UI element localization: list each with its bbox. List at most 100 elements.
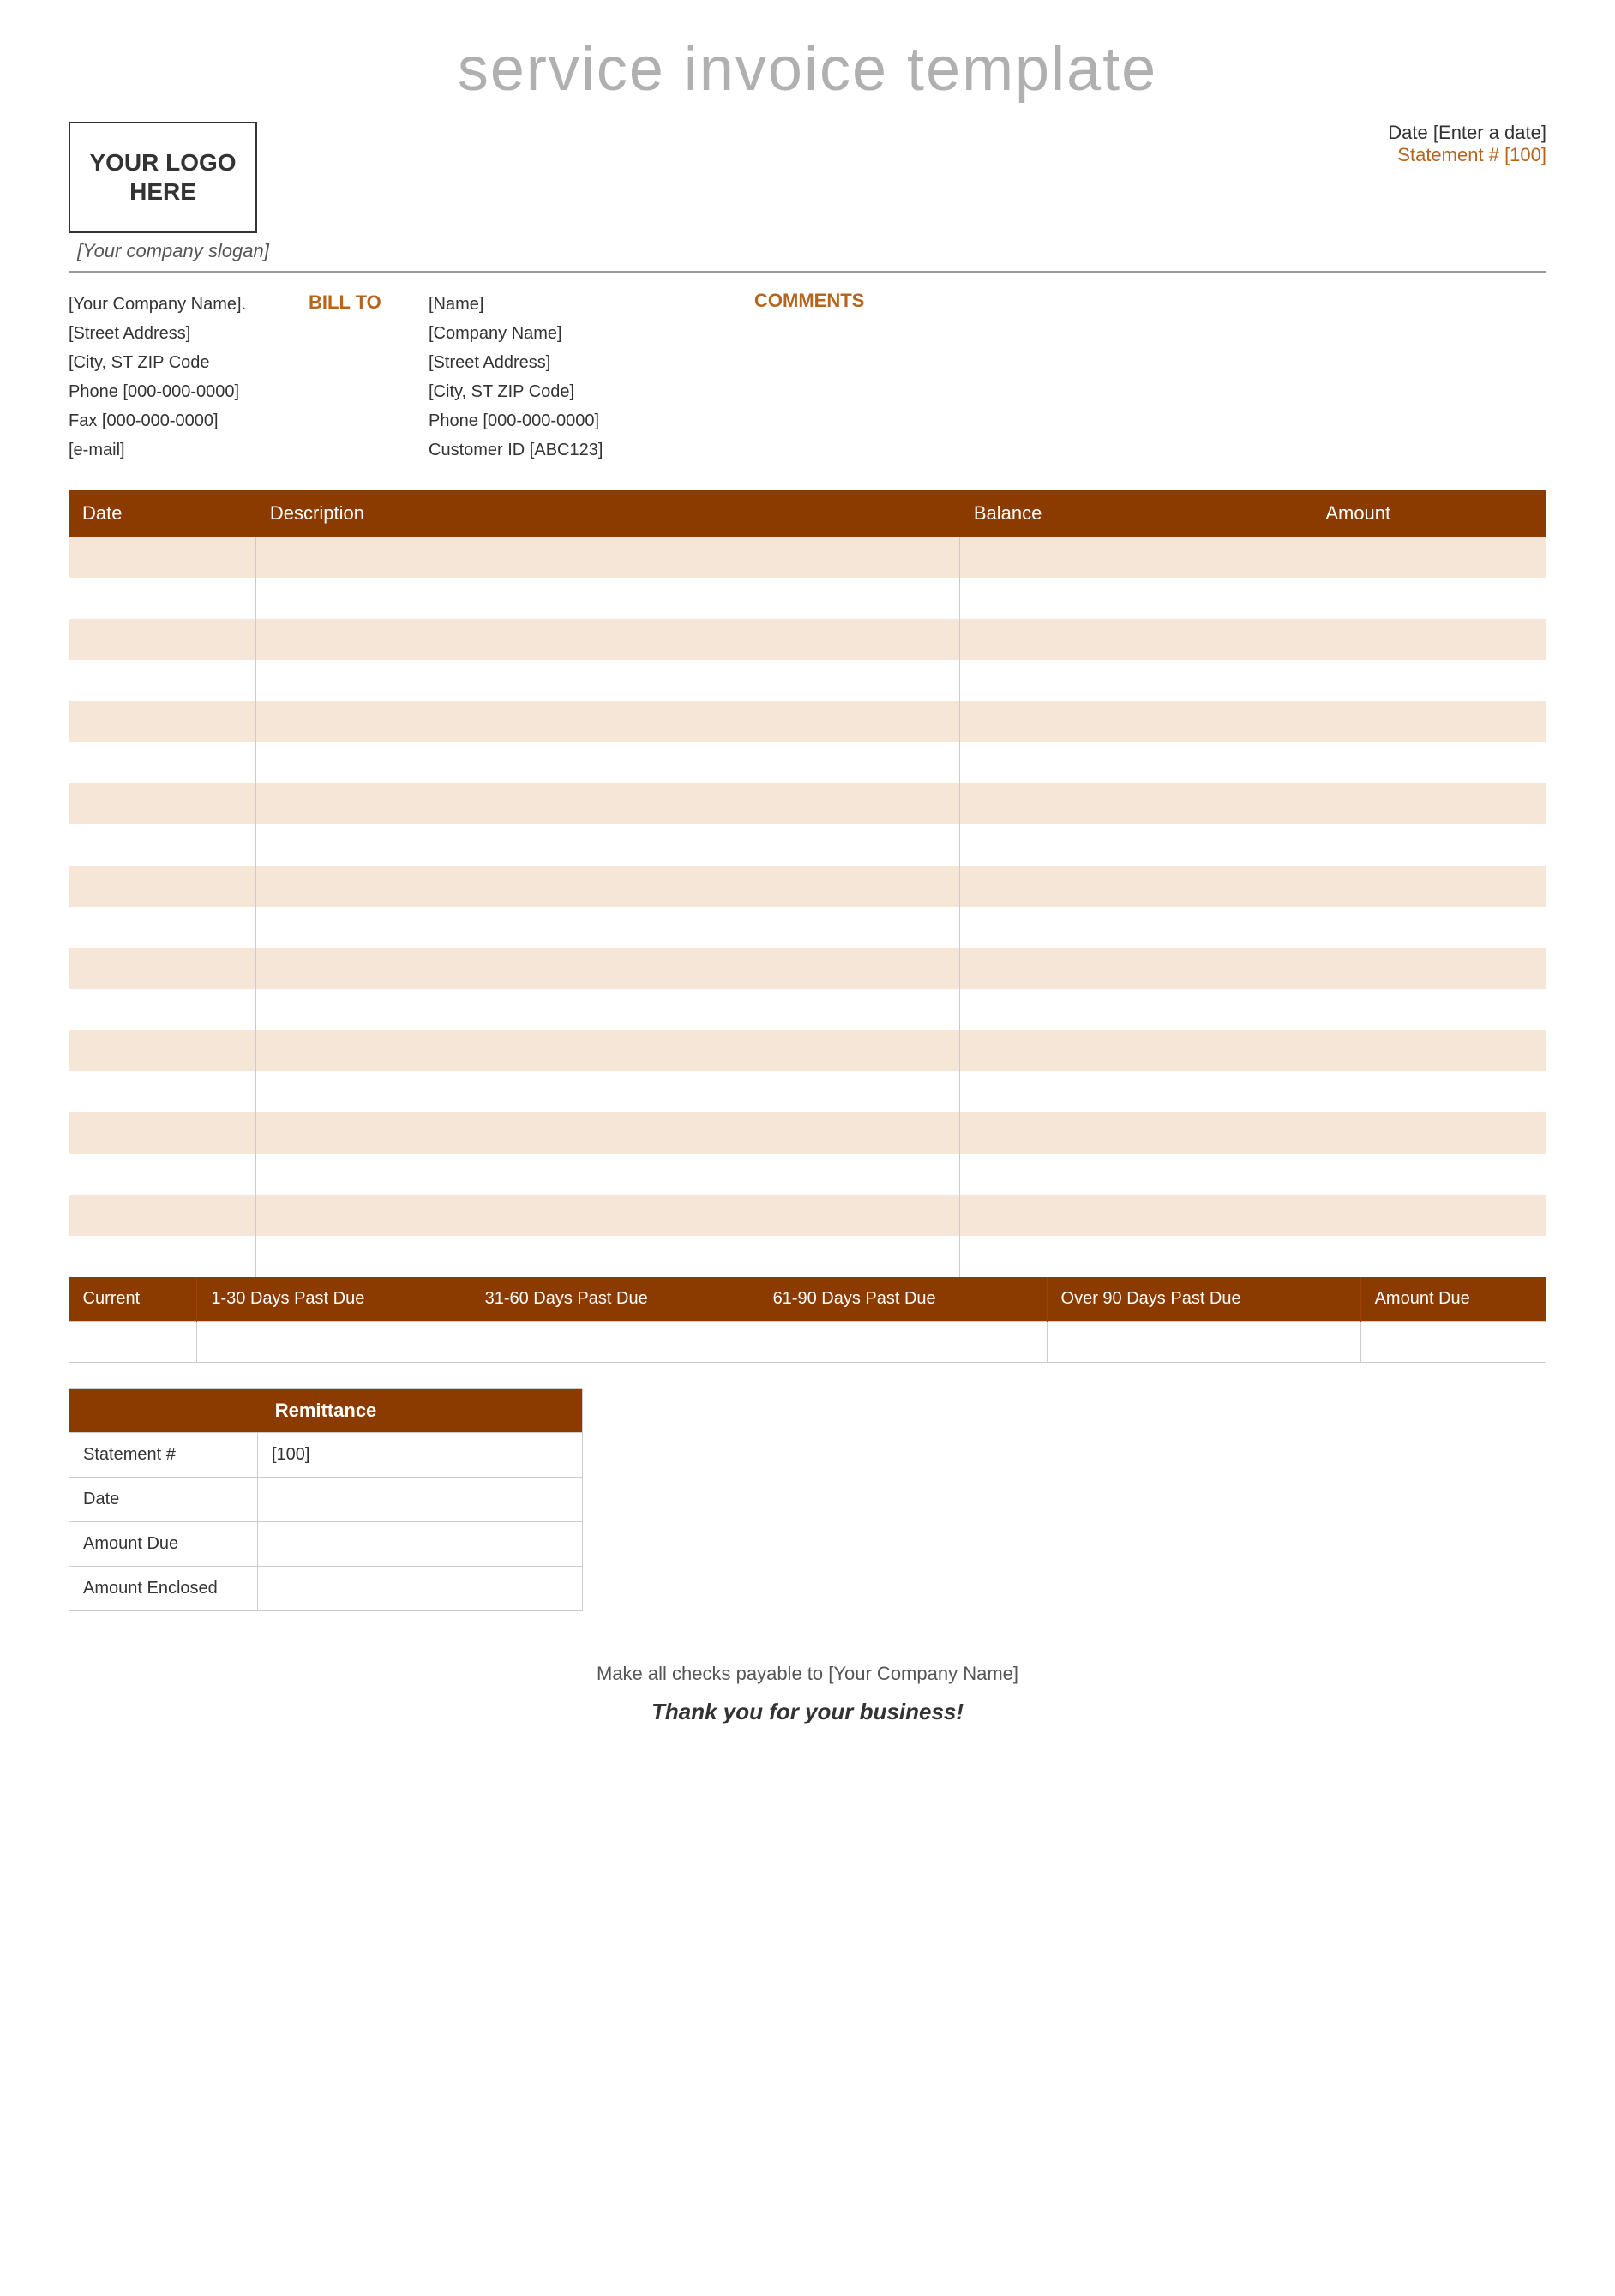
table-cell-4-3[interactable] [1312, 701, 1546, 742]
table-cell-13-3[interactable] [1312, 1071, 1546, 1112]
table-row[interactable] [69, 989, 1546, 1030]
table-cell-1-1[interactable] [256, 578, 960, 619]
date-value[interactable]: [Enter a date] [1433, 122, 1546, 143]
table-cell-10-2[interactable] [960, 948, 1312, 989]
table-row[interactable] [69, 907, 1546, 948]
table-cell-5-3[interactable] [1312, 742, 1546, 783]
table-cell-4-2[interactable] [960, 701, 1312, 742]
remittance-value-3[interactable] [258, 1567, 583, 1611]
table-cell-7-1[interactable] [256, 824, 960, 866]
table-row[interactable] [69, 783, 1546, 824]
table-cell-2-0[interactable] [69, 619, 256, 660]
aging-cell-0[interactable] [69, 1322, 197, 1363]
aging-data-row[interactable] [69, 1322, 1546, 1363]
table-row[interactable] [69, 1112, 1546, 1154]
table-cell-14-2[interactable] [960, 1112, 1312, 1154]
table-cell-0-1[interactable] [256, 537, 960, 578]
table-cell-3-0[interactable] [69, 660, 256, 701]
table-cell-2-2[interactable] [960, 619, 1312, 660]
table-cell-16-3[interactable] [1312, 1195, 1546, 1236]
table-cell-13-0[interactable] [69, 1071, 256, 1112]
table-cell-13-1[interactable] [256, 1071, 960, 1112]
table-cell-7-2[interactable] [960, 824, 1312, 866]
table-cell-9-2[interactable] [960, 907, 1312, 948]
table-cell-14-0[interactable] [69, 1112, 256, 1154]
table-cell-17-3[interactable] [1312, 1236, 1546, 1277]
aging-cell-5[interactable] [1360, 1322, 1546, 1363]
table-row[interactable] [69, 1236, 1546, 1277]
table-cell-2-1[interactable] [256, 619, 960, 660]
table-cell-11-3[interactable] [1312, 989, 1546, 1030]
table-cell-0-0[interactable] [69, 537, 256, 578]
table-row[interactable] [69, 1071, 1546, 1112]
table-cell-11-2[interactable] [960, 989, 1312, 1030]
table-cell-15-2[interactable] [960, 1154, 1312, 1195]
table-cell-16-2[interactable] [960, 1195, 1312, 1236]
table-cell-6-3[interactable] [1312, 783, 1546, 824]
table-cell-12-1[interactable] [256, 1030, 960, 1071]
remittance-value-0[interactable]: [100] [258, 1433, 583, 1478]
table-row[interactable] [69, 619, 1546, 660]
table-row[interactable] [69, 824, 1546, 866]
table-cell-10-3[interactable] [1312, 948, 1546, 989]
table-row[interactable] [69, 660, 1546, 701]
table-cell-6-1[interactable] [256, 783, 960, 824]
table-row[interactable] [69, 578, 1546, 619]
table-cell-8-3[interactable] [1312, 866, 1546, 907]
statement-value[interactable]: [100] [1504, 144, 1546, 165]
table-cell-0-3[interactable] [1312, 537, 1546, 578]
table-cell-11-1[interactable] [256, 989, 960, 1030]
table-cell-3-3[interactable] [1312, 660, 1546, 701]
table-cell-4-1[interactable] [256, 701, 960, 742]
table-cell-15-1[interactable] [256, 1154, 960, 1195]
table-row[interactable] [69, 1030, 1546, 1071]
table-row[interactable] [69, 1195, 1546, 1236]
table-cell-14-1[interactable] [256, 1112, 960, 1154]
table-cell-12-3[interactable] [1312, 1030, 1546, 1071]
table-cell-6-2[interactable] [960, 783, 1312, 824]
table-cell-10-1[interactable] [256, 948, 960, 989]
table-cell-9-0[interactable] [69, 907, 256, 948]
table-cell-6-0[interactable] [69, 783, 256, 824]
table-cell-9-3[interactable] [1312, 907, 1546, 948]
table-row[interactable] [69, 866, 1546, 907]
table-cell-8-1[interactable] [256, 866, 960, 907]
aging-cell-2[interactable] [471, 1322, 759, 1363]
table-cell-15-3[interactable] [1312, 1154, 1546, 1195]
table-cell-5-0[interactable] [69, 742, 256, 783]
table-row[interactable] [69, 948, 1546, 989]
table-row[interactable] [69, 537, 1546, 578]
table-cell-5-1[interactable] [256, 742, 960, 783]
aging-cell-4[interactable] [1047, 1322, 1360, 1363]
table-cell-1-2[interactable] [960, 578, 1312, 619]
table-cell-3-1[interactable] [256, 660, 960, 701]
table-cell-13-2[interactable] [960, 1071, 1312, 1112]
table-cell-17-1[interactable] [256, 1236, 960, 1277]
table-cell-7-3[interactable] [1312, 824, 1546, 866]
table-cell-17-0[interactable] [69, 1236, 256, 1277]
table-cell-5-2[interactable] [960, 742, 1312, 783]
table-cell-8-2[interactable] [960, 866, 1312, 907]
table-cell-4-0[interactable] [69, 701, 256, 742]
table-cell-1-3[interactable] [1312, 578, 1546, 619]
table-cell-14-3[interactable] [1312, 1112, 1546, 1154]
table-cell-17-2[interactable] [960, 1236, 1312, 1277]
table-row[interactable] [69, 701, 1546, 742]
table-cell-12-2[interactable] [960, 1030, 1312, 1071]
aging-cell-3[interactable] [759, 1322, 1047, 1363]
table-cell-16-1[interactable] [256, 1195, 960, 1236]
table-row[interactable] [69, 742, 1546, 783]
table-cell-15-0[interactable] [69, 1154, 256, 1195]
remittance-value-1[interactable] [258, 1478, 583, 1522]
aging-cell-1[interactable] [197, 1322, 471, 1363]
table-cell-0-2[interactable] [960, 537, 1312, 578]
table-cell-1-0[interactable] [69, 578, 256, 619]
table-cell-10-0[interactable] [69, 948, 256, 989]
remittance-value-2[interactable] [258, 1522, 583, 1567]
table-cell-12-0[interactable] [69, 1030, 256, 1071]
table-cell-2-3[interactable] [1312, 619, 1546, 660]
table-row[interactable] [69, 1154, 1546, 1195]
table-cell-7-0[interactable] [69, 824, 256, 866]
table-cell-16-0[interactable] [69, 1195, 256, 1236]
table-cell-3-2[interactable] [960, 660, 1312, 701]
